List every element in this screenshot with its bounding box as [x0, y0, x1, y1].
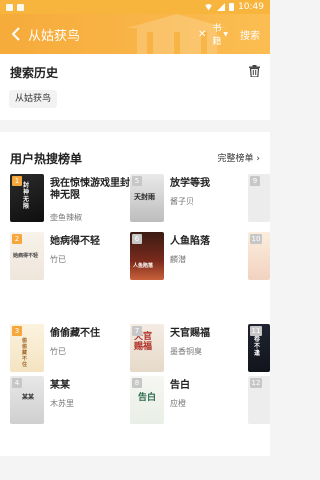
book-author: 壶鱼辣椒: [50, 213, 82, 222]
rank-badge: 11: [250, 326, 262, 336]
rank-badge: 1: [12, 176, 22, 186]
status-time: 10:49: [238, 2, 264, 12]
book-item[interactable]: 某某 4 某某 木苏里: [10, 376, 130, 424]
book-item[interactable]: 封神无限 1 我在惊悚游戏里封神无限 壶鱼辣椒: [10, 174, 130, 222]
book-title: 天官赐福: [170, 328, 210, 339]
rank-badge: 5: [132, 176, 142, 186]
book-item[interactable]: 偷偷藏不住 3 偷偷藏不住 竹已: [10, 324, 130, 372]
search-history-title: 搜索历史: [10, 66, 59, 80]
signal-icon: [217, 3, 226, 11]
system-nav-bar: [0, 456, 270, 480]
status-bar: 10:49: [0, 0, 270, 14]
book-title: 告白: [170, 380, 190, 391]
cover-title: 人鱼陷落: [133, 263, 154, 269]
book-item[interactable]: 天官赐福 7 天官赐福 墨香铜臭: [130, 324, 250, 372]
book-title: 某某: [50, 380, 70, 391]
cover-title: 卷不逢: [254, 336, 261, 357]
book-item[interactable]: 人鱼陷落 6 人鱼陷落 麟潜: [130, 232, 250, 280]
book-author: 麟潜: [170, 255, 186, 264]
book-title: 偷偷藏不住: [50, 328, 100, 339]
notification-icon: [6, 3, 13, 11]
search-type-select[interactable]: 书籍 ▼: [212, 21, 228, 47]
search-type-label: 书籍: [212, 24, 222, 47]
book-item[interactable]: 她病得不轻 2 她病得不轻 竹已: [10, 232, 130, 280]
back-button[interactable]: [6, 22, 24, 46]
book-title: 放学等我: [170, 178, 210, 189]
book-author: 木苏里: [50, 399, 74, 408]
cover-title: 天封雨: [134, 192, 155, 201]
book-author: 酱子贝: [170, 197, 194, 206]
search-button[interactable]: 搜索: [240, 27, 264, 42]
cover-title: 告白: [138, 393, 157, 403]
rank-badge: 9: [250, 176, 260, 186]
rank-badge: 6: [132, 234, 142, 244]
cover-title: 封神无限: [23, 182, 30, 210]
caret-down-icon: ▼: [223, 30, 229, 38]
book-author: 竹已: [50, 347, 66, 356]
book-item[interactable]: 10: [248, 232, 270, 280]
rank-badge: 3: [12, 326, 22, 336]
search-history-section: 搜索历史 从姑获鸟: [0, 54, 270, 120]
wifi-icon: [204, 3, 214, 11]
book-author: 墨香铜臭: [170, 347, 202, 356]
clear-icon[interactable]: ✕: [198, 29, 206, 40]
book-title: 人鱼陷落: [170, 236, 210, 247]
history-chip[interactable]: 从姑获鸟: [9, 90, 58, 108]
hot-search-ranking: 用户热搜榜单 完整榜单 › 封神无限 1 我在惊悚游戏里封神无限 壶鱼辣椒 她病…: [0, 132, 270, 480]
search-header: ✕ 书籍 ▼ 搜索: [0, 14, 270, 54]
rank-badge: 10: [250, 234, 262, 244]
book-item[interactable]: 12: [248, 376, 270, 424]
book-item[interactable]: 告白 8 告白 应橙: [130, 376, 250, 424]
cover-title: 偷偷藏不住: [22, 338, 28, 368]
cover-title: 她病得不轻: [13, 253, 39, 259]
battery-icon: [229, 3, 235, 11]
book-item[interactable]: 天封雨 5 放学等我 酱子贝: [130, 174, 250, 222]
full-ranking-link[interactable]: 完整榜单 ›: [218, 151, 260, 164]
rank-badge: 4: [12, 378, 22, 388]
search-box: ✕ 书籍 ▼: [28, 21, 228, 47]
search-input[interactable]: [28, 22, 198, 46]
book-author: 应橙: [170, 399, 186, 408]
book-item[interactable]: 卷不逢 11: [248, 324, 270, 372]
rank-badge: 12: [250, 378, 262, 388]
chevron-left-icon: [11, 27, 20, 41]
rank-badge: 8: [132, 378, 142, 388]
trash-icon[interactable]: [249, 65, 260, 77]
cover-title: 某某: [22, 394, 35, 401]
book-author: 竹已: [50, 255, 66, 264]
book-title: 她病得不轻: [50, 236, 100, 247]
rank-badge: 7: [132, 326, 142, 336]
notification-icon: [17, 3, 24, 11]
book-item[interactable]: 9: [248, 174, 270, 222]
book-title: 我在惊悚游戏里封神无限: [50, 178, 130, 201]
rank-badge: 2: [12, 234, 22, 244]
ranking-title: 用户热搜榜单: [10, 152, 83, 166]
